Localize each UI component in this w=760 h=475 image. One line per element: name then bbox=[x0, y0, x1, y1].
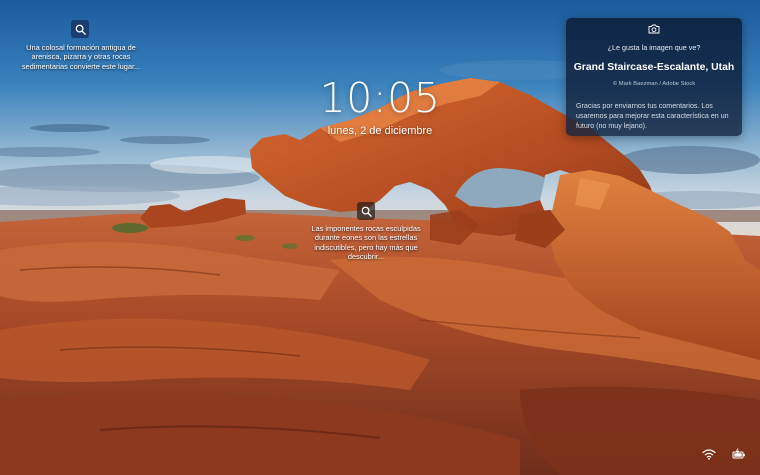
search-icon bbox=[361, 206, 372, 217]
search-icon bbox=[75, 24, 86, 35]
hotspot-search-button-2[interactable] bbox=[357, 202, 375, 220]
clock-time: 10:05 bbox=[319, 74, 441, 122]
hotspot-text-1[interactable]: Una colosal formación antigua de arenisc… bbox=[16, 43, 146, 71]
hotspot-text-2[interactable]: Las imponentes rocas esculpidas durante … bbox=[300, 224, 432, 262]
lock-screen-clock: 10:05 lunes, 2 de diciembre bbox=[300, 74, 460, 138]
image-info-card[interactable]: ¿Le gusta la imagen que ve? Grand Stairc… bbox=[566, 18, 742, 136]
feedback-thanks-text: Gracias por enviarnos tus comentarios. L… bbox=[576, 102, 729, 130]
image-feedback-question: ¿Le gusta la imagen que ve? bbox=[607, 43, 701, 52]
hotspot-search-button-1[interactable] bbox=[71, 20, 89, 38]
image-location-title: Grand Staircase-Escalante, Utah bbox=[573, 62, 735, 73]
battery-icon[interactable] bbox=[732, 448, 746, 460]
camera-icon bbox=[648, 24, 660, 34]
wifi-icon[interactable] bbox=[702, 448, 716, 460]
clock-date: lunes, 2 de diciembre bbox=[327, 125, 433, 137]
image-credit: © Mark Baezman / Adobe Stock bbox=[612, 81, 696, 87]
